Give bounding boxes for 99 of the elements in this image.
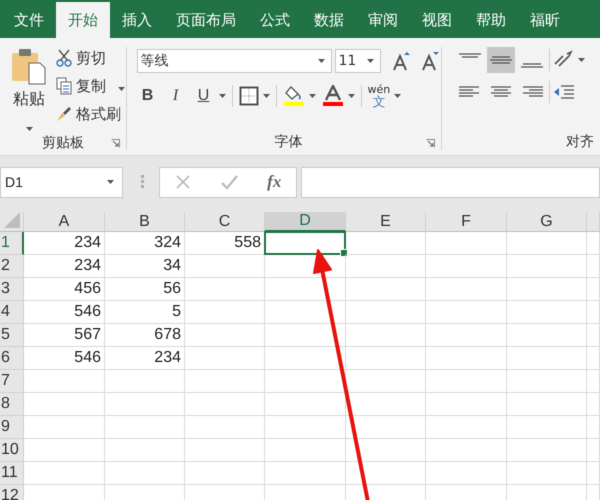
row-header[interactable]: 5 (0, 324, 24, 347)
row-header[interactable]: 6 (0, 347, 24, 370)
phonetic-guide-button[interactable]: wén 文 (368, 84, 390, 108)
row-header[interactable]: 9 (0, 416, 24, 439)
row-header[interactable]: 12 (0, 485, 24, 500)
row-header[interactable]: 7 (0, 370, 24, 393)
table-cell (587, 324, 600, 347)
table-cell (587, 416, 600, 439)
align-top-icon (458, 53, 481, 58)
group-label: 对齐 (566, 134, 594, 150)
row-header[interactable]: 10 (0, 439, 24, 462)
name-box[interactable]: D1 (0, 166, 123, 198)
font-color-icon[interactable] (322, 85, 344, 107)
table-cell: 678 (105, 324, 185, 347)
caret-icon[interactable] (107, 180, 114, 184)
column-header[interactable]: F (426, 212, 507, 232)
column-header[interactable]: C (185, 212, 265, 232)
checkmark-icon[interactable] (220, 174, 238, 190)
row-header[interactable]: 2 (0, 255, 24, 278)
table-cell: 546 (24, 301, 105, 324)
caret-icon[interactable] (308, 94, 316, 98)
table-cell (587, 347, 600, 370)
row-header[interactable]: 3 (0, 278, 24, 301)
caret-icon[interactable] (118, 87, 125, 91)
table-cell (587, 370, 600, 393)
font-name-field[interactable]: 等线 (136, 49, 332, 73)
caret-icon[interactable] (218, 94, 226, 98)
fill-color-icon[interactable] (282, 85, 305, 107)
formula-input-field[interactable] (301, 166, 600, 198)
table-cell (587, 255, 600, 278)
ribbon-tab[interactable]: 帮助 (464, 0, 518, 38)
table-cell: 56 (105, 278, 185, 301)
table-cell (587, 462, 600, 485)
table-cell: 546 (24, 347, 105, 370)
borders-icon[interactable] (238, 86, 259, 106)
table-cell (587, 232, 600, 255)
align-middle-icon (490, 56, 512, 64)
ribbon-tab[interactable]: 公式 (248, 0, 302, 38)
font-size-field[interactable]: 11 (334, 49, 381, 73)
cut-button[interactable]: 剪切 (56, 47, 125, 69)
paste-button[interactable]: 粘贴 (13, 89, 45, 110)
caret-icon[interactable] (394, 94, 402, 98)
table-cell: 234 (105, 347, 185, 370)
ribbon-tab[interactable]: 数据 (302, 0, 356, 38)
column-header[interactable]: A (24, 212, 105, 232)
insert-function-button[interactable]: fx (267, 172, 282, 192)
caret-icon[interactable] (318, 59, 325, 63)
table-cell: 5 (105, 301, 185, 324)
brush-icon (56, 106, 72, 122)
italic-button[interactable]: I (164, 87, 187, 105)
ribbon-tab[interactable]: 文件 (2, 0, 56, 38)
column-header[interactable]: G (507, 212, 587, 232)
caret-icon[interactable] (262, 94, 270, 98)
group-label: 剪贴板 (42, 135, 84, 151)
ribbon-tab[interactable]: 审阅 (356, 0, 410, 38)
align-middle-button[interactable] (486, 47, 515, 73)
ribbon-tab[interactable]: 页面布局 (164, 0, 248, 38)
ribbon-tab[interactable]: 开始 (56, 2, 110, 38)
column-header[interactable]: E (346, 212, 426, 232)
ribbon-tab[interactable]: 福昕 (518, 0, 572, 38)
caret-icon[interactable] (348, 94, 355, 98)
copy-icon (56, 77, 72, 95)
fill-handle[interactable] (340, 249, 348, 257)
column-header[interactable]: B (105, 212, 185, 232)
copy-button[interactable]: 复制 (56, 75, 125, 97)
align-bottom-icon (520, 63, 543, 68)
group-label: 字体 (274, 134, 303, 150)
table-cell: 234 (24, 255, 105, 278)
bold-button[interactable]: B (136, 87, 159, 105)
dialog-launcher-icon[interactable] (426, 139, 435, 148)
row-header[interactable]: 4 (0, 301, 24, 324)
caret-icon[interactable] (366, 59, 374, 63)
row-header[interactable]: 1 (0, 232, 24, 255)
scissors-icon (56, 49, 72, 67)
table-cell: 34 (105, 255, 185, 278)
table-cell (587, 301, 600, 324)
column-header[interactable]: D (265, 212, 346, 232)
dialog-launcher-icon[interactable] (110, 139, 120, 148)
table-cell (587, 439, 600, 462)
grow-font-icon[interactable] (392, 50, 412, 72)
table-cell: 456 (24, 278, 105, 301)
active-cell[interactable] (264, 231, 346, 255)
row-header[interactable]: 11 (0, 462, 24, 485)
format-painter-button[interactable]: 格式刷 (56, 103, 125, 125)
caret-icon[interactable] (578, 58, 585, 62)
table-cell: 567 (24, 324, 105, 347)
ribbon-tab[interactable]: 视图 (410, 0, 464, 38)
grip-icon[interactable] (141, 175, 144, 189)
underline-button[interactable]: U (192, 87, 215, 105)
table-cell: 324 (105, 232, 185, 255)
paste-icon[interactable] (11, 47, 47, 85)
table-cell (587, 278, 600, 301)
row-header[interactable]: 8 (0, 393, 24, 416)
caret-icon[interactable] (26, 127, 32, 131)
table-cell (587, 393, 600, 416)
table-cell: 234 (24, 232, 105, 255)
shrink-font-icon[interactable] (420, 50, 441, 72)
ribbon-tab[interactable]: 插入 (110, 0, 164, 38)
table-cell: 558 (185, 232, 265, 255)
